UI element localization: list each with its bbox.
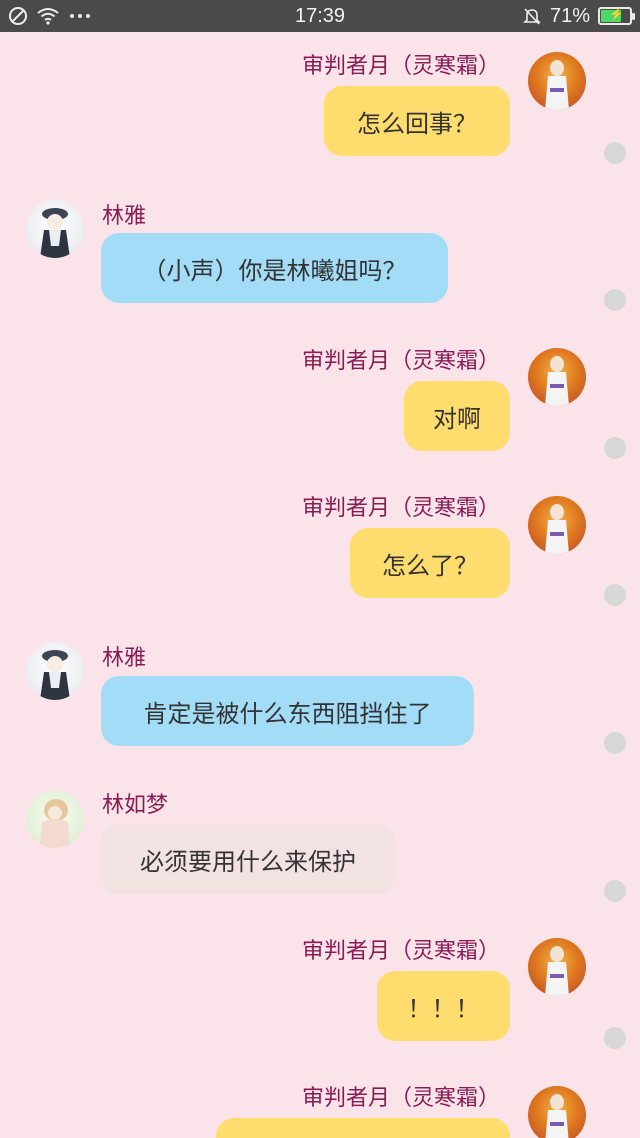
sender-name: 审判者月（灵寒霜） [301, 1086, 500, 1111]
sender-name: 林雅 [102, 204, 147, 229]
battery-percent: 71% [549, 4, 590, 27]
status-dot [604, 437, 626, 459]
message-bubble[interactable]: 对啊 [404, 381, 510, 451]
message-bubble[interactable]: 怎么了？ [350, 528, 510, 598]
avatar-judge[interactable] [528, 52, 586, 110]
avatar-judge[interactable] [528, 938, 586, 996]
sender-name: 林如梦 [102, 793, 169, 818]
status-dot [604, 732, 626, 754]
message-bubble[interactable]: ！！！ [377, 971, 510, 1041]
avatar-linya[interactable] [26, 642, 84, 700]
status-dot [604, 584, 626, 606]
avatar-linrumeng[interactable] [26, 790, 84, 848]
status-dot [604, 142, 626, 164]
sender-name: 审判者月（灵寒霜） [301, 349, 500, 374]
message-bubble[interactable]: （小声）你是林曦姐吗？ [101, 233, 448, 303]
sender-name: 审判者月（灵寒霜） [301, 496, 500, 521]
message-bubble[interactable] [216, 1118, 510, 1138]
status-dot [604, 1027, 626, 1049]
avatar-linya[interactable] [26, 200, 84, 258]
sender-name: 审判者月（灵寒霜） [301, 939, 500, 964]
message-bubble[interactable]: 怎么回事？ [324, 86, 510, 156]
avatar-judge[interactable] [528, 496, 586, 554]
battery-icon: ⚡ [598, 7, 635, 25]
status-dot [604, 289, 626, 311]
status-dot [604, 880, 626, 902]
message-bubble[interactable]: 肯定是被什么东西阻挡住了 [101, 676, 474, 746]
avatar-judge[interactable] [528, 348, 586, 406]
status-bar: 17:39 71% ⚡ [0, 0, 640, 32]
mute-bell-icon [523, 8, 541, 25]
avatar-judge[interactable] [528, 1086, 586, 1138]
status-right-icons: 71% ⚡ [522, 0, 635, 32]
message-bubble[interactable]: 必须要用什么来保护 [101, 824, 395, 894]
sender-name: 林雅 [102, 646, 147, 671]
sender-name: 审判者月（灵寒霜） [301, 54, 500, 79]
